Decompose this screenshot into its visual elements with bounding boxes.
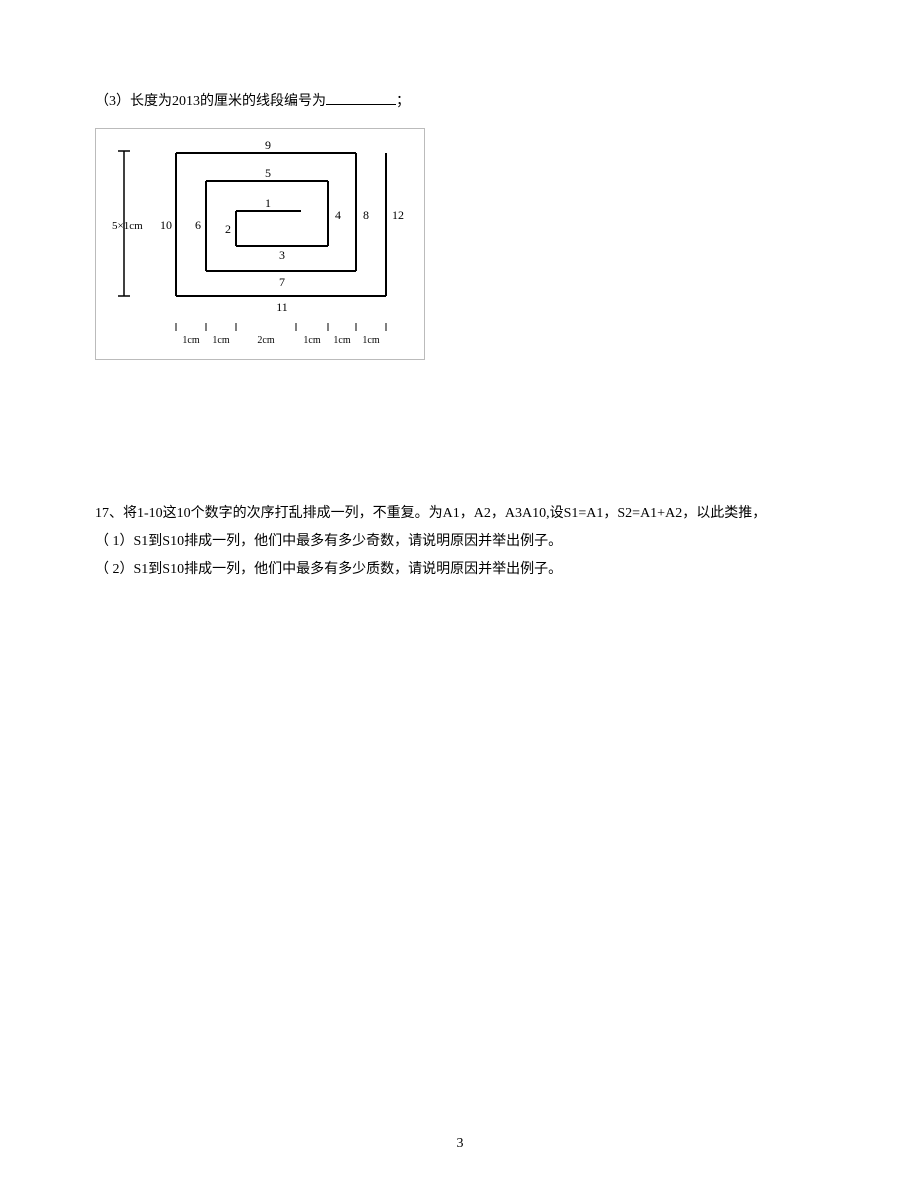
xtick-5: 1cm bbox=[362, 335, 379, 346]
label-3: 3 bbox=[279, 248, 285, 262]
label-11: 11 bbox=[276, 300, 288, 314]
q17-sub2: （ 2）S1到S10排成一列，他们中最多有多少质数，请说明原因并举出例子。 bbox=[95, 556, 825, 584]
label-9: 9 bbox=[265, 141, 271, 152]
label-5: 5 bbox=[265, 166, 271, 180]
question-17: 17、将1-10这10个数字的次序打乱排成一列，不重复。为A1，A2，A3A10… bbox=[95, 500, 825, 584]
label-10: 10 bbox=[160, 218, 172, 232]
label-12: 12 bbox=[392, 208, 404, 222]
label-7: 7 bbox=[279, 275, 285, 289]
xtick-4: 1cm bbox=[333, 335, 350, 346]
q3-suffix: ； bbox=[396, 94, 410, 109]
xtick-2: 2cm bbox=[257, 335, 274, 346]
vlabel: 5×1cm bbox=[112, 220, 143, 232]
label-8: 8 bbox=[363, 208, 369, 222]
xtick-3: 1cm bbox=[303, 335, 320, 346]
q17-line1: 17、将1-10这10个数字的次序打乱排成一列，不重复。为A1，A2，A3A10… bbox=[95, 500, 825, 528]
xtick-1: 1cm bbox=[212, 335, 229, 346]
xtick-0: 1cm bbox=[182, 335, 199, 346]
question-3-line: （3）长度为2013的厘米的线段编号为 ； bbox=[95, 90, 825, 110]
label-1: 1 bbox=[265, 196, 271, 210]
label-6: 6 bbox=[195, 218, 201, 232]
label-4: 4 bbox=[335, 208, 341, 222]
q3-blank bbox=[326, 91, 396, 105]
spiral-figure: 1 2 3 4 5 6 7 8 9 10 11 12 5×1cm 1cm 1cm… bbox=[95, 128, 425, 360]
q3-prefix: （3）长度为2013的厘米的线段编号为 bbox=[95, 94, 326, 109]
label-2: 2 bbox=[225, 222, 231, 236]
spiral-svg: 1 2 3 4 5 6 7 8 9 10 11 12 5×1cm 1cm 1cm… bbox=[106, 141, 414, 351]
page-number: 3 bbox=[0, 1136, 920, 1152]
q17-sub1: （ 1）S1到S10排成一列，他们中最多有多少奇数，请说明原因并举出例子。 bbox=[95, 528, 825, 556]
